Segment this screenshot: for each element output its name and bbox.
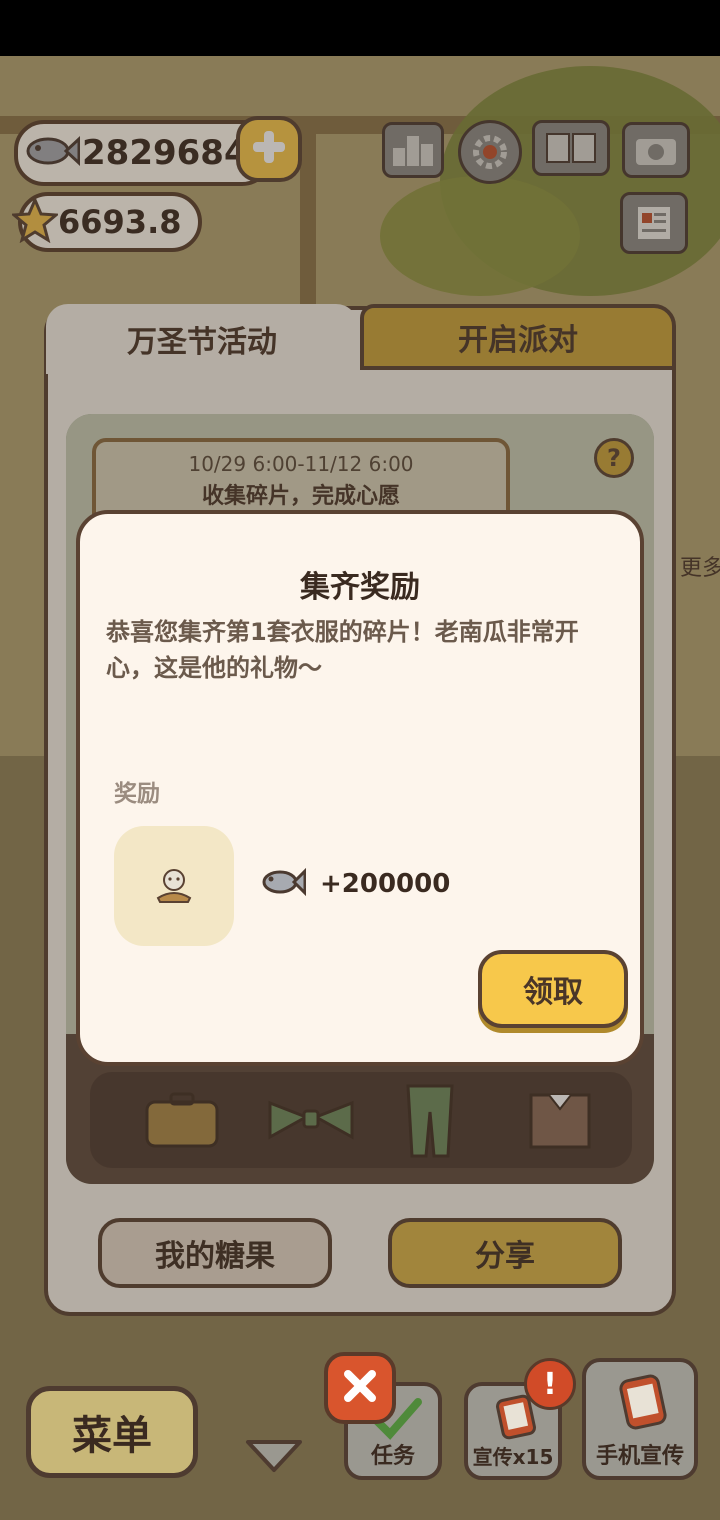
reward-dialog: 集齐奖励 恭喜您集齐第1套衣服的碎片！老南瓜非常开心，这是他的礼物～ 奖励 +2… bbox=[76, 510, 644, 1066]
phone-icon bbox=[614, 1374, 672, 1436]
phone-promote-button[interactable]: 手机宣传 bbox=[582, 1358, 698, 1480]
claim-label: 领取 bbox=[523, 975, 583, 1010]
menu-button[interactable]: 菜单 bbox=[26, 1386, 198, 1478]
dialog-message: 恭喜您集齐第1套衣服的碎片！老南瓜非常开心，这是他的礼物～ bbox=[106, 618, 579, 682]
reward-amount: +200000 bbox=[320, 869, 451, 899]
reward-item-box bbox=[114, 826, 234, 946]
claim-button[interactable]: 领取 bbox=[478, 950, 628, 1028]
close-icon bbox=[340, 1366, 380, 1410]
status-bar bbox=[0, 0, 720, 56]
dialog-title: 集齐奖励 bbox=[300, 570, 420, 605]
close-button[interactable] bbox=[324, 1352, 396, 1424]
expand-chevron-down-icon[interactable] bbox=[244, 1436, 304, 1480]
reward-fish-icon bbox=[260, 864, 307, 904]
phone-promote-label: 手机宣传 bbox=[595, 1444, 684, 1469]
menu-label: 菜单 bbox=[72, 1413, 152, 1459]
promote-label: 宣传x15 bbox=[472, 1445, 554, 1469]
reward-label: 奖励 bbox=[114, 781, 160, 807]
alert-exclamation-icon: ! bbox=[524, 1358, 576, 1410]
cat-item-icon bbox=[152, 864, 196, 908]
